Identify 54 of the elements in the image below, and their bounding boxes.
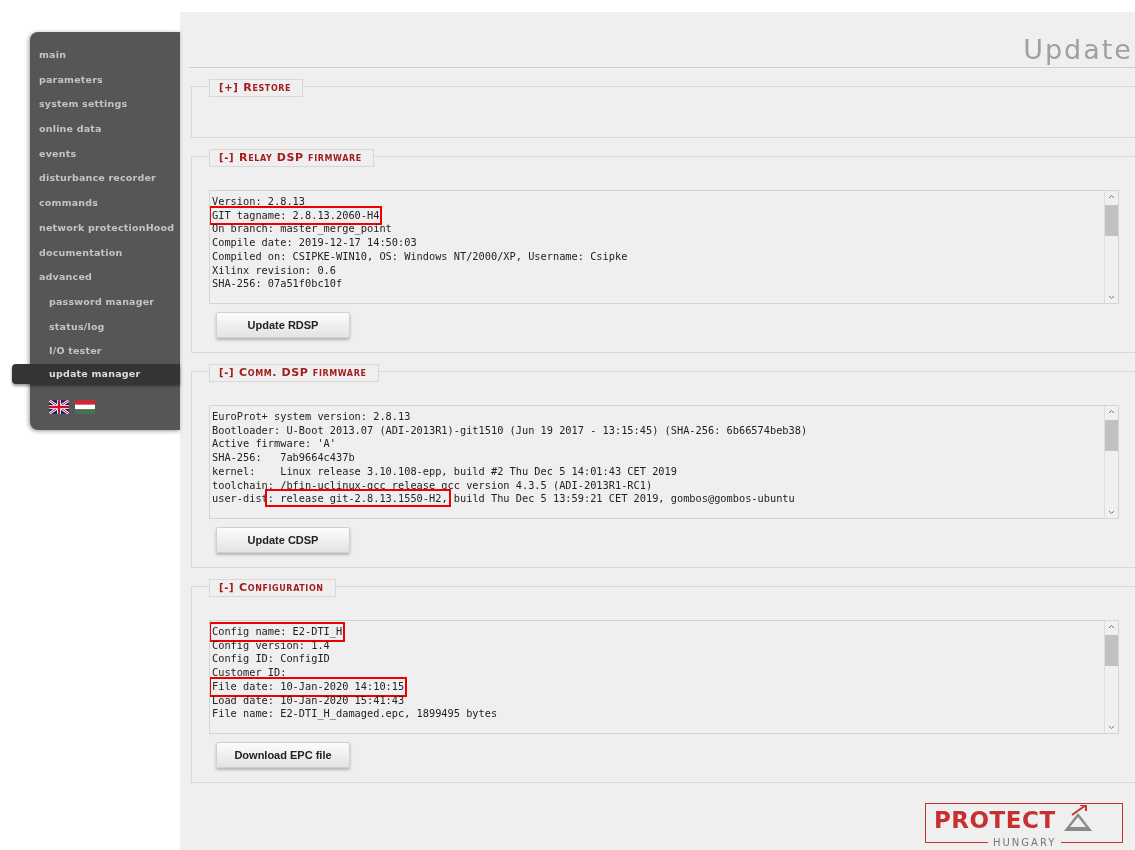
section-title: Relay DSP firmware [239, 151, 362, 164]
toggle-link[interactable]: [+] [219, 82, 239, 93]
info-line: Config ID: ConfigID [212, 652, 331, 667]
info-line: EuroProt+ system version: 2.8.13 [212, 410, 412, 424]
section-title: Configuration [239, 581, 324, 594]
toggle-link[interactable]: [-] [219, 367, 235, 378]
info-line: File date: 10-Jan-2020 14:10:15 [212, 679, 405, 694]
info-line: kernel: Linux release 3.10.108-epp, build #2 Thu Dec 5 14:01:43 CET 2019 [212, 464, 678, 479]
page-title: Update [1022, 33, 1134, 65]
toggle-link[interactable]: [-] [219, 582, 235, 593]
info-line: Version: 2.8.13 [212, 195, 306, 209]
info-line: Compile date: 2019-12-17 14:50:03 [212, 236, 418, 250]
info-line: Compiled on: CSIPKE-WIN10, OS: Windows NT/2000/XP, Username: Csipke [212, 249, 629, 264]
scrollbar-thumb[interactable] [1105, 420, 1118, 451]
scrollbar-thumb[interactable] [1105, 635, 1118, 666]
uk-flag-icon[interactable] [49, 399, 69, 414]
info-line: On branch: master_merge_point [212, 222, 393, 237]
scrollbar-thumb[interactable] [1105, 205, 1118, 236]
info-line: Load date: 10-Jan-2020 15:41:43 [212, 693, 406, 708]
sidebar-item[interactable]: update manager [12, 363, 180, 384]
info-line: SHA-256: 07a51f0bc10f [212, 277, 344, 291]
action-button[interactable]: Update CDSP [216, 527, 350, 553]
info-line: GIT tagname: 2.8.13.2060-H4 [212, 208, 380, 223]
section-title: Restore [243, 81, 292, 94]
info-text-area[interactable] [209, 190, 1119, 304]
sidebar-item[interactable]: password manager [30, 291, 180, 317]
hungary-flag-icon[interactable] [75, 399, 95, 414]
info-line: user-dist: release git-2.8.13.1550-H2, build Thu Dec 5 13:59:21 CET 2019, gombos@gombos-ubuntu [212, 492, 1104, 506]
sidebar-item[interactable]: network protectionHood [30, 217, 180, 243]
sidebar-item[interactable]: I/O tester [30, 341, 180, 366]
sidebar-item[interactable]: advanced [30, 267, 180, 292]
info-line: File name: E2-DTI_H_damaged.epc, 1899495 bytes [212, 707, 499, 721]
action-button[interactable]: Update RDSP [216, 312, 350, 338]
sidebar-item[interactable]: parameters [30, 69, 180, 95]
info-line: Active firmware: 'A' [212, 437, 337, 452]
info-line: Customer ID: [212, 666, 288, 680]
info-line: Xilinx revision: 0.6 [212, 263, 337, 278]
info-line: Config name: E2-DTI_H [212, 625, 343, 639]
info-text-area[interactable]: Config name: E2-DTI_H Config version: 1.4 Config ID: ConfigID Customer ID: File date: 10-Jan-2020 14:10:15 Load date: 10-Jan-2020 15:41:43 File name: E2-DTI_H_damaged.epc, 1899495 bytes [209, 620, 1119, 734]
sidebar-item[interactable]: commands [30, 193, 180, 218]
toggle-link[interactable]: [-] [219, 152, 235, 163]
sidebar-item[interactable]: status/log [30, 316, 180, 342]
info-line: SHA-256: 7ab9664c437b [212, 451, 356, 465]
sidebar-item[interactable]: system settings [30, 94, 180, 120]
info-line: Config version: 1.4 [212, 638, 331, 653]
sidebar-item[interactable]: disturbance recorder [30, 168, 180, 194]
sidebar-item[interactable]: documentation [30, 242, 180, 268]
sidebar-item[interactable]: online data [30, 119, 180, 144]
info-line: Bootloader: U-Boot 2013.07 (ADI-2013R1)-git1510 (Jun 19 2017 - 13:15:45) (SHA-256: 6b66574beb38) [212, 423, 809, 438]
action-button[interactable]: Download EPC file [216, 742, 350, 768]
section-title: Comm. DSP firmware [239, 366, 367, 379]
sidebar-item[interactable]: events [30, 143, 180, 169]
sidebar-item[interactable]: main [30, 45, 180, 70]
info-text-area[interactable] [209, 405, 1119, 519]
